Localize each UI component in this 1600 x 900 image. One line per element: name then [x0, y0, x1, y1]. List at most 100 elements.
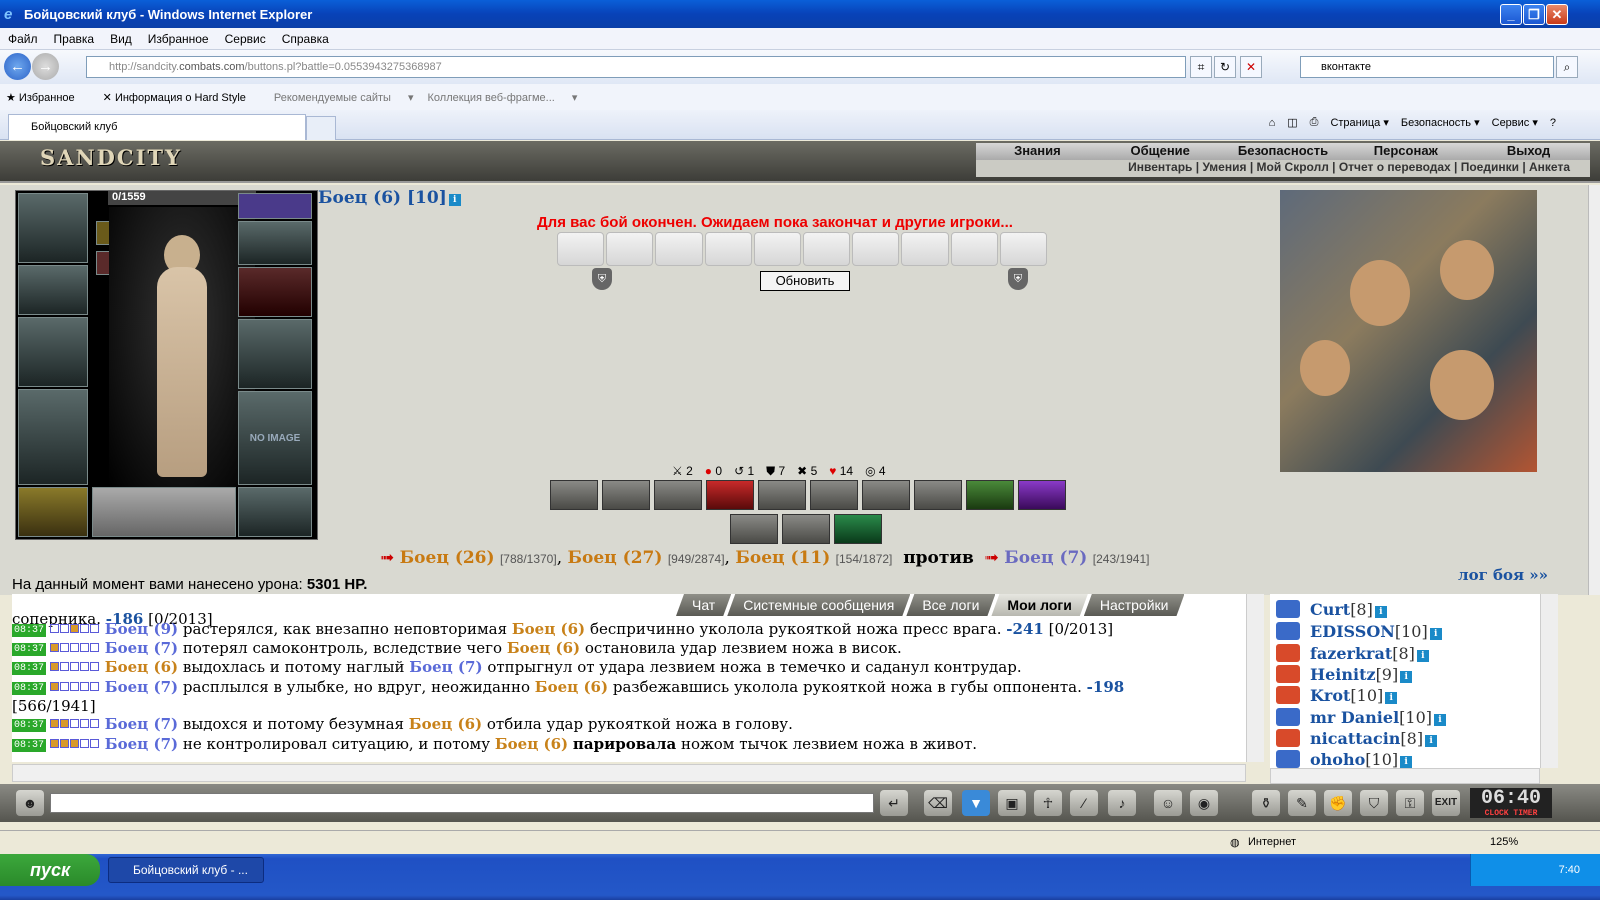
smiley-face-icon[interactable]: ☻ — [16, 790, 44, 816]
tab-chat[interactable]: Чат — [676, 594, 731, 616]
clear-icon[interactable]: ⌫ — [924, 790, 952, 816]
menu-exit[interactable]: Выход — [1467, 143, 1590, 160]
help-icon[interactable]: ? — [1550, 117, 1556, 129]
scroll-slot[interactable] — [999, 232, 1048, 266]
skill-icon[interactable] — [914, 480, 962, 510]
feeds-icon[interactable]: ◫ — [1287, 116, 1297, 129]
skill-icon[interactable] — [810, 480, 858, 510]
online-user[interactable]: fazerkrat[8] i — [1276, 644, 1429, 663]
online-horizontal-scrollbar[interactable] — [1270, 768, 1540, 784]
online-user[interactable]: Heinitz[9] i — [1276, 665, 1413, 684]
online-user[interactable]: EDISSON[10] i — [1276, 622, 1442, 641]
tools-menu[interactable]: Сервис ▾ — [1492, 116, 1538, 129]
skill-icon[interactable] — [730, 514, 778, 544]
online-scrollbar[interactable] — [1540, 594, 1558, 768]
armor-set-icon[interactable]: ⛉ — [1360, 790, 1388, 816]
fav-recommended[interactable]: Рекомендуемые сайты ▾ — [274, 91, 414, 104]
tab-settings[interactable]: Настройки — [1084, 594, 1185, 616]
address-bar[interactable]: http://sandcity.combats.com/buttons.pl?b… — [86, 56, 1186, 78]
online-user[interactable]: ohoho[10] i — [1276, 750, 1413, 768]
translit-icon[interactable]: ⁄ — [1070, 790, 1098, 816]
close-button[interactable]: ✕ — [1546, 4, 1568, 25]
menu-character[interactable]: Персонаж — [1344, 143, 1467, 160]
chat-horizontal-scrollbar[interactable] — [12, 764, 1246, 782]
weapon-left-slot[interactable] — [18, 317, 88, 387]
skill-icon[interactable] — [782, 514, 830, 544]
fav-hardstyle[interactable]: ✕ Информация о Hard Style — [103, 91, 260, 104]
online-user[interactable]: mr Daniel[10] i — [1276, 708, 1446, 727]
chat-input[interactable] — [50, 793, 874, 813]
filter-icon[interactable]: ▼ — [962, 790, 990, 816]
new-tab-button[interactable] — [306, 116, 336, 140]
lock-icon[interactable]: ⚿ — [1396, 790, 1424, 816]
chat-scrollbar[interactable] — [1246, 594, 1264, 762]
stop-icon[interactable]: ✕ — [1240, 56, 1262, 78]
skill-icon[interactable] — [966, 480, 1014, 510]
weapon-right-slot[interactable] — [238, 319, 312, 389]
skill-icon[interactable] — [1018, 480, 1066, 510]
fist-icon[interactable]: ✊ — [1324, 790, 1352, 816]
battle-log-link[interactable]: лог боя »» — [1458, 566, 1548, 584]
scroll-slot[interactable] — [803, 232, 851, 266]
home-icon[interactable]: ⌂ — [1269, 117, 1276, 129]
scroll-slot[interactable] — [950, 232, 998, 266]
fav-gallery[interactable]: Коллекция веб-фрагме... ▾ — [428, 91, 578, 104]
menu-social[interactable]: Общение — [1099, 143, 1222, 160]
skill-icon[interactable] — [602, 480, 650, 510]
refresh-button[interactable]: Обновить — [760, 271, 850, 291]
skill-icon[interactable] — [550, 480, 598, 510]
runes-slots[interactable] — [92, 487, 236, 537]
back-button[interactable]: ← — [4, 53, 31, 80]
online-user[interactable]: Curt[8] i — [1276, 600, 1387, 619]
scroll-slot[interactable] — [852, 232, 900, 266]
bracers-slot[interactable] — [18, 265, 88, 315]
armor-slot[interactable] — [18, 389, 88, 485]
info-icon[interactable]: i — [448, 194, 461, 206]
scroll-slot[interactable] — [901, 232, 949, 266]
rings-slot[interactable] — [238, 221, 312, 265]
skill-icon[interactable] — [862, 480, 910, 510]
scroll-slot[interactable] — [557, 232, 605, 266]
menu-tools[interactable]: Сервис — [225, 32, 266, 46]
zoom-level[interactable]: 125% — [1490, 836, 1518, 848]
scroll-slot[interactable] — [655, 232, 703, 266]
start-button[interactable]: пуск — [0, 854, 100, 886]
exit-icon[interactable]: EXIT — [1432, 790, 1460, 816]
tab-my-logs[interactable]: Мои логи — [991, 594, 1087, 616]
fighter-icon[interactable]: ☥ — [1034, 790, 1062, 816]
search-icon[interactable]: ⌕ — [1556, 56, 1578, 78]
scroll-icon[interactable]: ✎ — [1288, 790, 1316, 816]
menu-favorites[interactable]: Избранное — [148, 32, 209, 46]
online-user[interactable]: Krot[10] i — [1276, 686, 1398, 705]
minimize-button[interactable]: _ — [1500, 4, 1522, 25]
speaker-icon[interactable]: ◉ — [1190, 790, 1218, 816]
compat-view-icon[interactable]: ⌗ — [1190, 56, 1212, 78]
menu-edit[interactable]: Правка — [54, 32, 95, 46]
enemy-fighter[interactable]: Боец (7) — [1004, 548, 1087, 568]
send-icon[interactable]: ↵ — [880, 790, 908, 816]
page-menu[interactable]: Страница ▾ — [1330, 116, 1388, 129]
sound-icon[interactable]: ♪ — [1108, 790, 1136, 816]
smiles-icon[interactable]: ☺ — [1154, 790, 1182, 816]
skill-icon[interactable] — [834, 514, 882, 544]
search-input[interactable]: вконтакте — [1300, 56, 1554, 78]
belt-slot[interactable] — [18, 487, 88, 537]
skill-icon[interactable] — [706, 480, 754, 510]
game-sub-menu[interactable]: Инвентарь | Умения | Мой Скролл | Отчет … — [976, 160, 1590, 177]
skill-icon[interactable] — [654, 480, 702, 510]
team-fighter[interactable]: Боец (26) — [400, 548, 495, 568]
forward-button[interactable]: → — [32, 53, 59, 80]
amulet-slot[interactable] — [238, 193, 312, 219]
gloves-slot[interactable] — [238, 267, 312, 317]
menu-security[interactable]: Безопасность — [1222, 143, 1345, 160]
tab-system[interactable]: Системные сообщения — [727, 594, 910, 616]
menu-file[interactable]: Файл — [8, 32, 38, 46]
bottle-icon[interactable]: ⚱ — [1252, 790, 1280, 816]
menu-help[interactable]: Справка — [282, 32, 329, 46]
page-scrollbar[interactable] — [1588, 185, 1600, 595]
empty-slot[interactable]: NO IMAGE — [238, 391, 312, 485]
favorites-button[interactable]: ★ Избранное — [6, 91, 89, 104]
save-icon[interactable]: ▣ — [998, 790, 1026, 816]
fighter-name[interactable]: Боец (6) [10] i — [318, 188, 461, 208]
taskbar-item[interactable]: Бойцовский клуб - ... — [108, 857, 264, 883]
